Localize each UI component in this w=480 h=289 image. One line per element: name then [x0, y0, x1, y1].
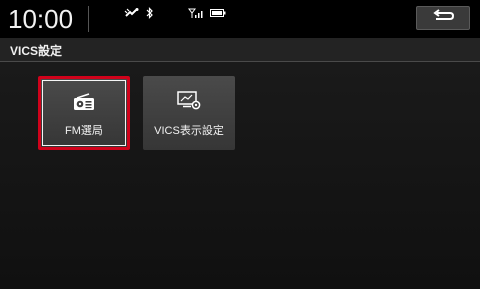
back-button[interactable] [416, 6, 470, 30]
status-bar: 10:00 [0, 0, 480, 38]
page-title: VICS設定 [10, 44, 63, 58]
radio-icon [41, 93, 127, 113]
clock: 10:00 [8, 4, 74, 34]
back-arrow-icon [431, 8, 455, 28]
divider [88, 6, 89, 32]
battery-icon [210, 8, 226, 18]
gps-signal-icon [124, 7, 140, 19]
tile-label-vics: VICS表示設定 [154, 125, 224, 137]
map-settings-icon [143, 90, 235, 110]
content-area: FM選局 VICS表示設定 [0, 62, 480, 289]
title-bar: VICS設定 [0, 38, 480, 62]
vics-display-settings-button[interactable]: VICS表示設定 [143, 76, 235, 150]
cell-signal-icon [188, 7, 204, 19]
bluetooth-icon [146, 7, 154, 19]
fm-tuning-button[interactable]: FM選局 [38, 76, 130, 150]
tile-label-fm: FM選局 [65, 125, 103, 137]
status-icons [124, 6, 226, 20]
